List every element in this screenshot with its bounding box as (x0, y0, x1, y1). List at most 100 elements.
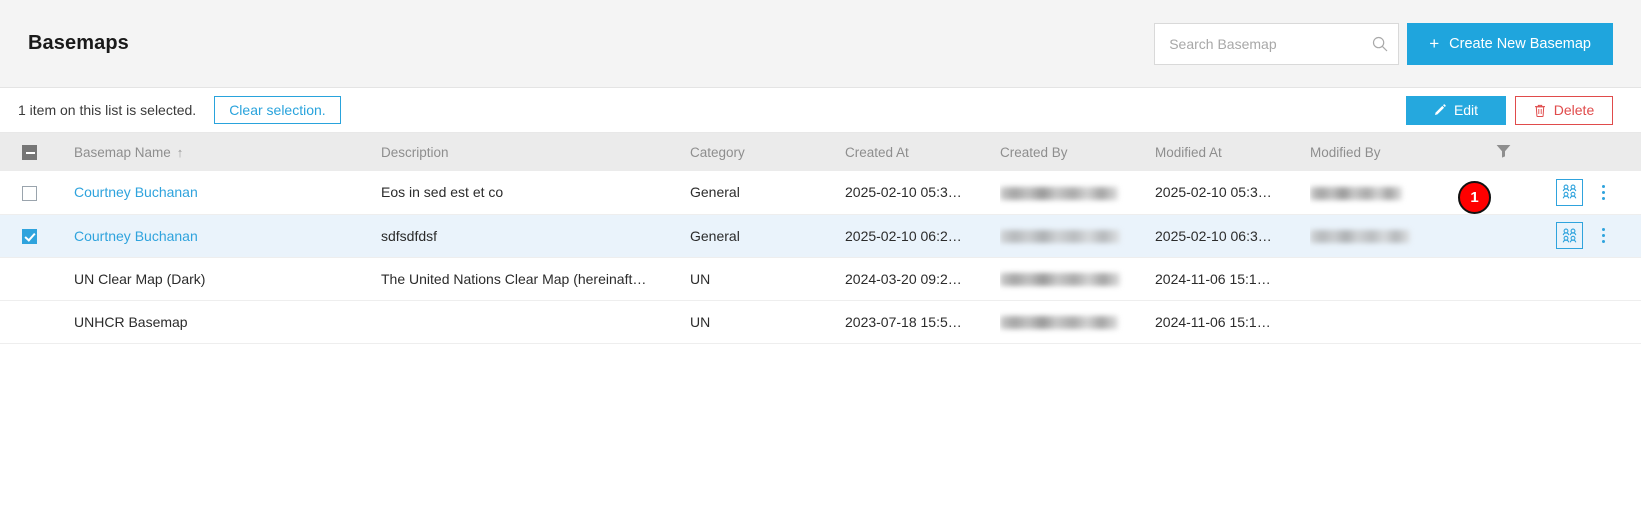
cell-created-by (1000, 257, 1155, 300)
filter-icon[interactable] (1496, 144, 1511, 158)
edit-button[interactable]: Edit (1406, 95, 1506, 125)
trash-icon (1534, 104, 1545, 117)
cell-created-at: 2024-03-20 09:2… (845, 270, 962, 287)
create-new-basemap-label: Create New Basemap (1449, 35, 1591, 52)
cell-row-actions (1496, 171, 1641, 214)
row-select-cell (0, 300, 74, 343)
cell-row-actions (1496, 214, 1641, 257)
cell-created-at: 2025-02-10 06:2… (845, 227, 962, 244)
kebab-dot (1601, 184, 1605, 188)
row-action-group (1496, 178, 1633, 206)
header-basemap-name-label: Basemap Name (74, 144, 171, 160)
kebab-dot (1601, 240, 1605, 243)
kebab-dot (1601, 234, 1605, 237)
cell-basemap-name: Courtney Buchanan (74, 171, 381, 214)
select-all-checkbox[interactable] (22, 144, 37, 160)
header-category[interactable]: Category (690, 133, 845, 171)
redacted-user-name (1310, 230, 1410, 244)
table-body: Courtney Buchanan Eos in sed est et co Gen… (0, 171, 1641, 343)
cell-created-by (1000, 214, 1155, 257)
page-title: Basemaps (28, 32, 129, 54)
header-filter-cell (1496, 133, 1641, 171)
share-permissions-button[interactable] (1556, 178, 1583, 206)
cell-modified-at: 2024-11-06 15:1… (1155, 270, 1271, 287)
basemap-name-text: UNHCR Basemap (74, 313, 188, 330)
selection-bar: 1 item on this list is selected. Clear s… (0, 88, 1641, 133)
redacted-user-name (1000, 273, 1120, 287)
cell-created-at: 2025-02-10 05:3… (845, 184, 962, 201)
cell-created-by (1000, 300, 1155, 343)
plus-icon: + (1429, 34, 1440, 53)
pencil-icon (1434, 104, 1446, 115)
cell-modified-by (1310, 257, 1496, 300)
selection-bar-actions: Edit Delete (1406, 95, 1613, 125)
table-header-row: Basemap Name ↑ Description Category Creat… (0, 133, 1641, 171)
redacted-user-name (1000, 187, 1118, 201)
cell-modified-at: 2025-02-10 06:3… (1155, 227, 1272, 244)
table-row[interactable]: UN Clear Map (Dark) The United Nations Cl… (0, 257, 1641, 300)
delete-label: Delete (1553, 102, 1595, 118)
cell-category: General (690, 227, 740, 244)
selection-status-text: 1 item on this list is selected. (18, 102, 197, 118)
header-select-all-cell (0, 133, 74, 171)
row-action-group (1496, 222, 1633, 249)
search-basemap-container (1154, 22, 1400, 65)
cell-created-at: 2023-07-18 15:5… (845, 313, 962, 330)
kebab-dot (1601, 190, 1605, 194)
cell-row-actions (1496, 257, 1641, 300)
redacted-user-name (1000, 316, 1118, 330)
row-select-cell (0, 257, 74, 300)
cell-description (381, 300, 690, 343)
header-actions: + Create New Basemap (1154, 22, 1613, 65)
basemap-name-link[interactable]: Courtney Buchanan (74, 184, 198, 200)
cell-basemap-name: UNHCR Basemap (74, 300, 381, 343)
share-permissions-button[interactable] (1556, 222, 1583, 249)
delete-button[interactable]: Delete (1515, 95, 1613, 125)
header-modified-by[interactable]: Modified By (1310, 133, 1496, 171)
cell-row-actions (1496, 300, 1641, 343)
redacted-user-name (1310, 187, 1402, 201)
basemap-name-link[interactable]: Courtney Buchanan (74, 228, 198, 244)
cell-description: Eos in sed est et co (381, 184, 504, 201)
cell-created-by (1000, 171, 1155, 214)
header-created-at[interactable]: Created At (845, 133, 1000, 171)
page-header: Basemaps + Create New Basemap (0, 0, 1641, 88)
header-basemap-name[interactable]: Basemap Name ↑ (74, 133, 381, 171)
table-row[interactable]: Courtney Buchanan Eos in sed est et co Gen… (0, 171, 1641, 214)
edit-label: Edit (1453, 102, 1479, 118)
kebab-dot (1601, 196, 1605, 200)
clear-selection-button[interactable]: Clear selection. (214, 96, 341, 124)
table-row[interactable]: Courtney Buchanan sdfsdfdsf General 2025-02… (0, 214, 1641, 257)
kebab-dot (1601, 228, 1605, 231)
row-overflow-menu-button[interactable] (1595, 225, 1611, 247)
sort-ascending-icon: ↑ (176, 144, 184, 160)
cell-description: sdfsdfdsf (381, 227, 438, 244)
table-header: Basemap Name ↑ Description Category Creat… (0, 133, 1641, 171)
cell-category: UN (690, 313, 711, 330)
cell-modified-at: 2025-02-10 05:3… (1155, 184, 1272, 201)
basemaps-page: Basemaps + Create New Basemap 1 item on … (0, 0, 1641, 521)
user-group-icon (1562, 184, 1577, 199)
cell-modified-at: 2024-11-06 15:1… (1155, 313, 1271, 330)
row-overflow-menu-button[interactable] (1595, 181, 1611, 203)
cell-basemap-name: UN Clear Map (Dark) (74, 257, 381, 300)
create-new-basemap-button[interactable]: + Create New Basemap (1407, 22, 1613, 65)
cell-description: The United Nations Clear Map (hereinaft… (381, 270, 647, 287)
search-input[interactable] (1154, 22, 1400, 65)
redacted-user-name (1000, 230, 1120, 244)
cell-modified-by (1310, 214, 1496, 257)
step-badge-1: 1 (1458, 181, 1491, 214)
header-modified-at[interactable]: Modified At (1155, 133, 1310, 171)
header-created-by[interactable]: Created By (1000, 133, 1155, 171)
cell-basemap-name: Courtney Buchanan (74, 214, 381, 257)
row-select-cell[interactable] (0, 171, 74, 214)
cell-category: General (690, 184, 740, 201)
row-checkbox[interactable] (22, 228, 37, 244)
table-row[interactable]: UNHCR Basemap UN 2023-07-18 15:5… 2024-11-0… (0, 300, 1641, 343)
header-description[interactable]: Description (381, 133, 690, 171)
user-group-icon (1562, 228, 1577, 243)
cell-category: UN (690, 270, 711, 287)
row-select-cell[interactable] (0, 214, 74, 257)
cell-modified-by (1310, 300, 1496, 343)
row-checkbox[interactable] (22, 185, 37, 201)
